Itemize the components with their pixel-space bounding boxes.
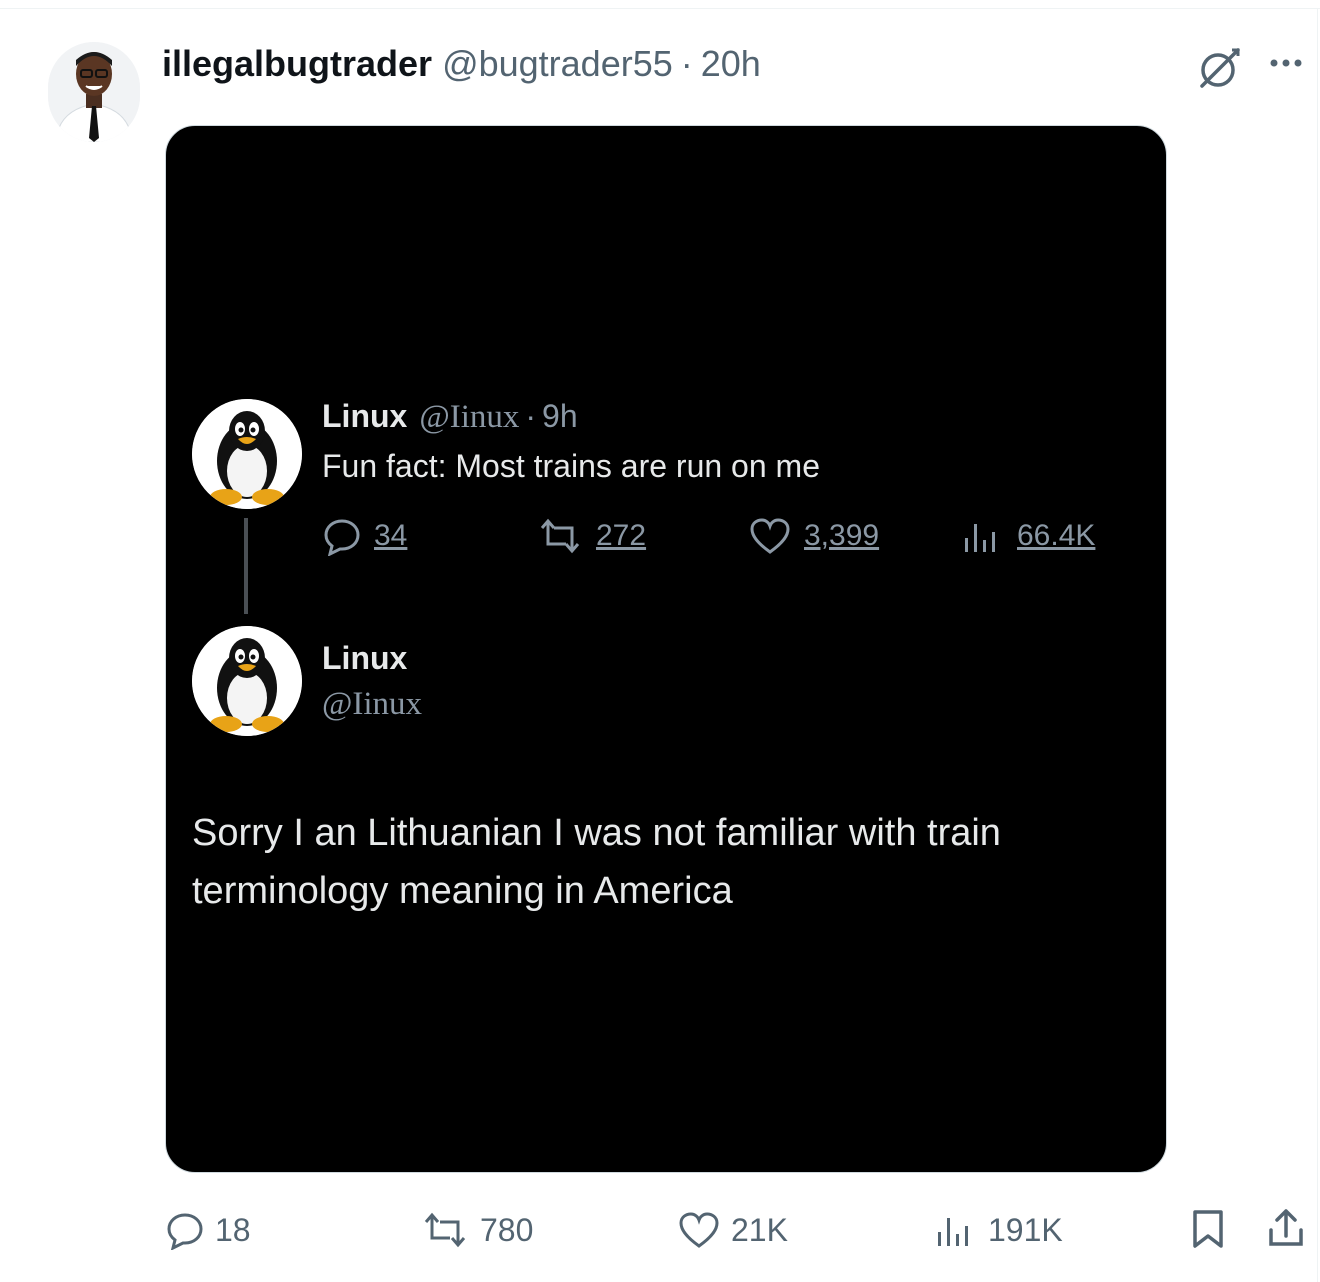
repost-icon (424, 1212, 466, 1248)
more-icon[interactable] (1266, 48, 1306, 78)
quoted-likes-count: 3,399 (804, 519, 880, 552)
top-divider (0, 8, 1320, 9)
views-button[interactable]: 191K (934, 1206, 1063, 1254)
quoted-replies: 34 (322, 514, 407, 558)
quoted-views-count: 66.4K (1017, 519, 1096, 552)
views-icon (965, 524, 995, 552)
quoted-reposts: 272 (536, 514, 646, 558)
quoted-likes: 3,399 (748, 514, 879, 558)
author-handle[interactable]: @bugtrader55 (442, 43, 673, 85)
tux-avatar (192, 399, 302, 509)
heart-icon (750, 518, 790, 554)
author-avatar[interactable] (48, 42, 140, 142)
tux-avatar (192, 626, 302, 736)
heart-icon (679, 1212, 719, 1248)
views-icon (938, 1218, 968, 1246)
bookmark-icon[interactable] (1190, 1208, 1226, 1250)
quoted-views: 66.4K (961, 514, 1095, 558)
reply-text: Sorry I an Lithuanian I was not familiar… (192, 812, 1001, 912)
post-time[interactable]: 20h (701, 43, 761, 85)
thread-connector (244, 518, 248, 614)
quoted-tweet-header: Linux @Iinux · 9h (322, 398, 578, 436)
post-media[interactable]: Linux @Iinux · 9h Fun fact: Most trains … (165, 125, 1167, 1173)
repost-count: 780 (480, 1211, 534, 1248)
quoted-separator: · (525, 398, 537, 434)
reply-button[interactable]: 18 (165, 1206, 251, 1254)
quoted-author-handle: @Iinux (419, 399, 520, 435)
header-separator: · (680, 43, 693, 84)
author-display-name[interactable]: illegalbugtrader (162, 43, 432, 85)
quoted-reposts-count: 272 (596, 519, 647, 552)
quoted-time: 9h (542, 398, 578, 434)
like-count: 21K (731, 1211, 788, 1248)
grok-icon[interactable] (1196, 44, 1244, 92)
reply-author-name: Linux (322, 640, 408, 676)
right-divider (1317, 8, 1318, 1282)
quoted-replies-count: 34 (374, 519, 408, 552)
reply-author-handle: @Iinux (322, 686, 423, 722)
reply-count: 18 (215, 1211, 251, 1248)
like-button[interactable]: 21K (677, 1206, 788, 1254)
reply-icon (324, 519, 360, 556)
repost-button[interactable]: 780 (420, 1206, 533, 1254)
reply-icon (167, 1213, 203, 1250)
share-icon[interactable] (1266, 1206, 1306, 1250)
post-header: illegalbugtrader @bugtrader55 · 20h (162, 42, 761, 86)
repost-icon (540, 518, 580, 554)
quoted-author-name: Linux (322, 398, 408, 434)
views-count: 191K (988, 1211, 1063, 1248)
quoted-tweet-text: Fun fact: Most trains are run on me (322, 448, 820, 484)
